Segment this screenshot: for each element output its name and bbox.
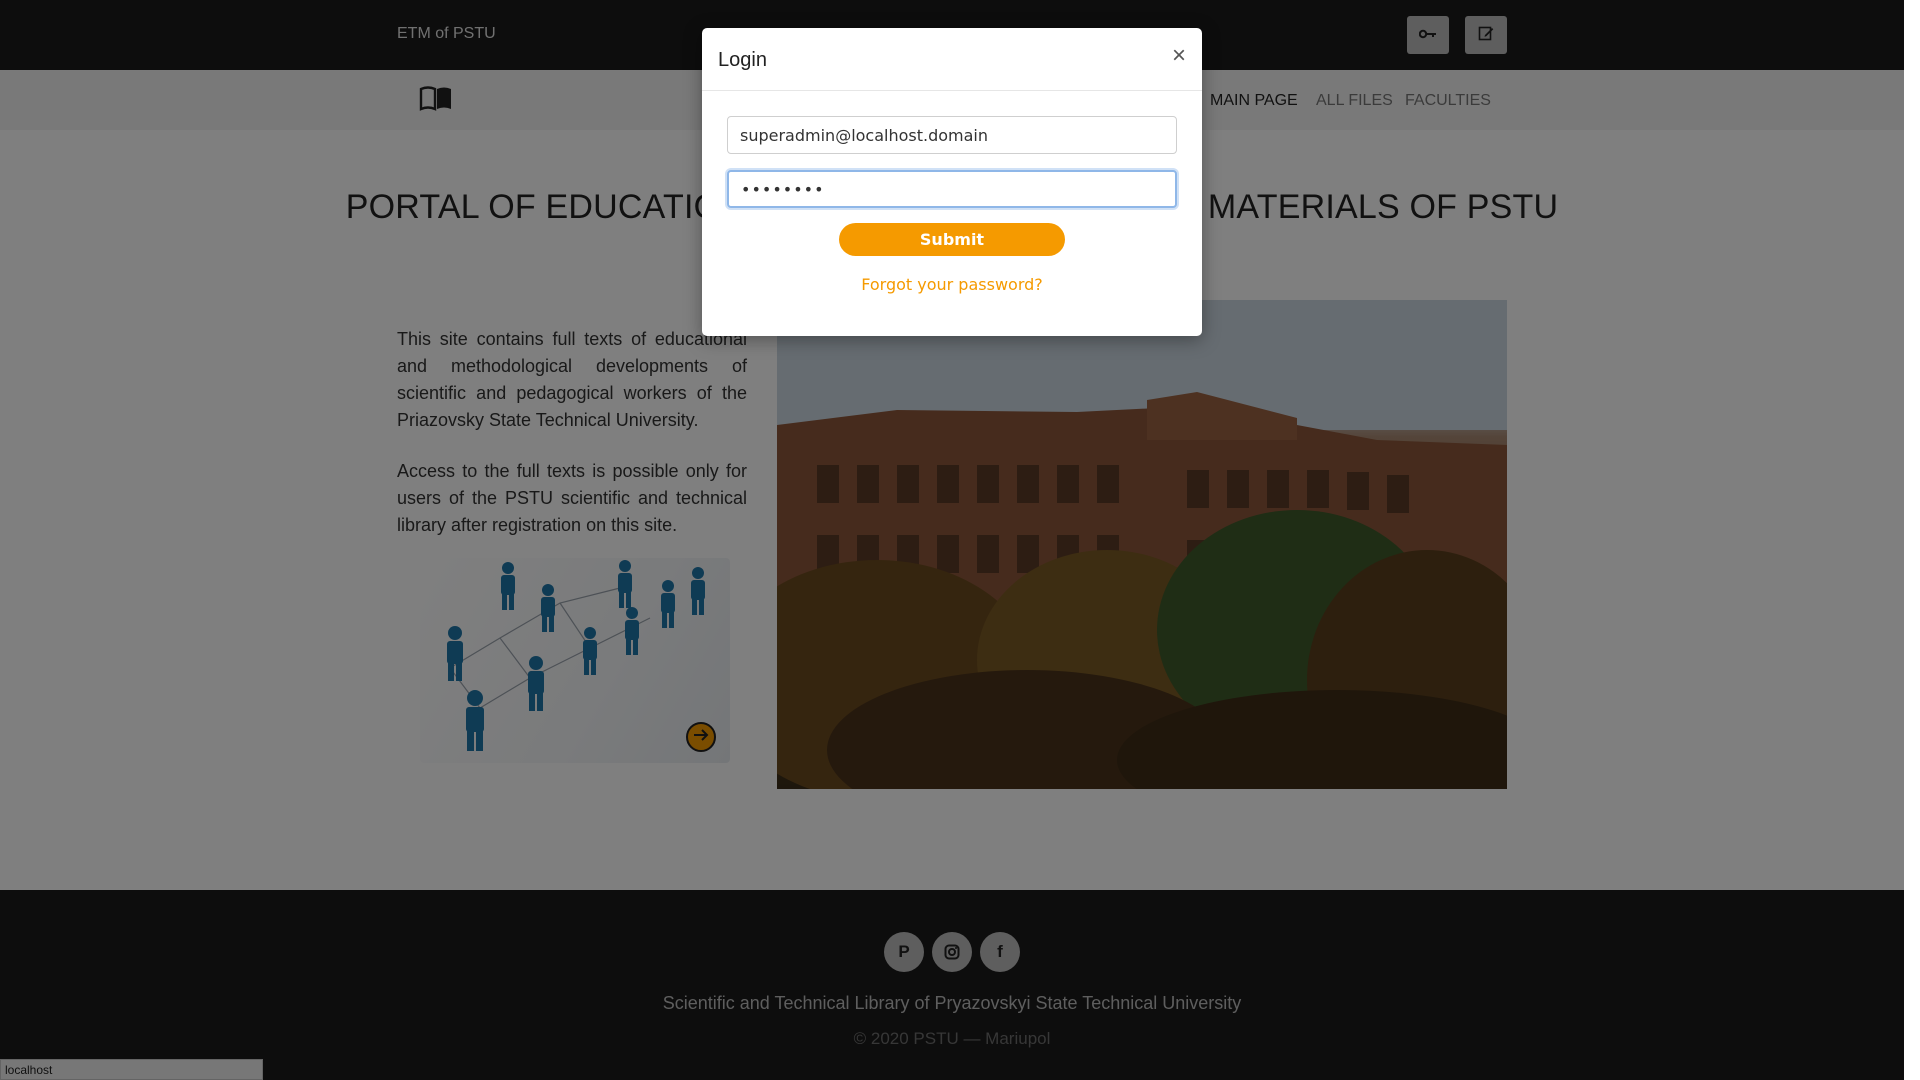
close-icon[interactable]: × bbox=[1172, 44, 1186, 68]
modal-header: Login × bbox=[702, 28, 1202, 91]
scrollbar[interactable] bbox=[1904, 0, 1920, 1080]
modal-title: Login bbox=[718, 49, 767, 71]
submit-button[interactable]: Submit bbox=[839, 223, 1065, 256]
login-modal: Login × Submit Forgot your password? bbox=[702, 28, 1202, 336]
password-field[interactable] bbox=[727, 170, 1177, 208]
forgot-password-link[interactable]: Forgot your password? bbox=[702, 275, 1202, 294]
email-field[interactable] bbox=[727, 116, 1177, 154]
